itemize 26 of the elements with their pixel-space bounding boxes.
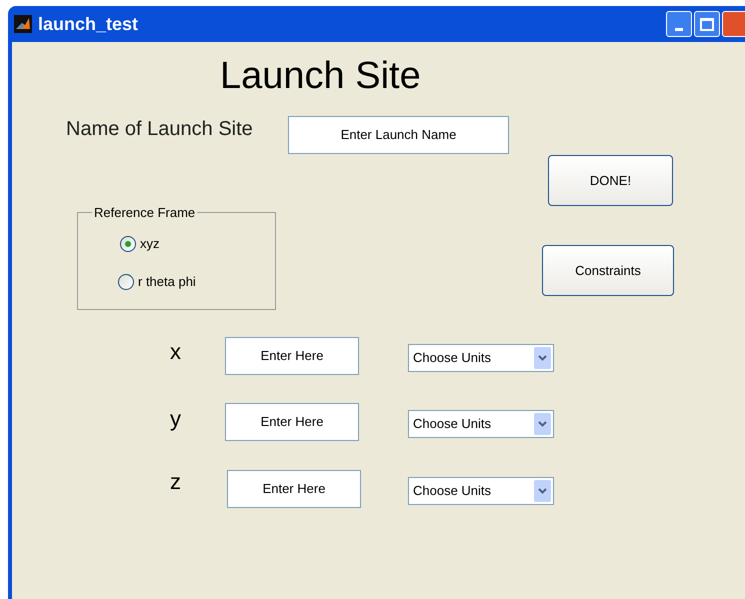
done-button[interactable]: DONE!: [548, 155, 673, 206]
caret-icon: [534, 347, 551, 369]
units-dropdown[interactable]: Choose Units: [408, 344, 554, 372]
radio-label: r theta phi: [138, 273, 196, 291]
caret-icon: [534, 480, 551, 502]
heading: Launch Site: [220, 54, 421, 99]
minimize-button[interactable]: [666, 11, 692, 37]
window-title: launch_test: [38, 12, 138, 36]
caret-icon: [534, 413, 551, 435]
radio-button[interactable]: [118, 274, 134, 290]
constraints-button[interactable]: Constraints: [542, 245, 674, 296]
coordinate-field[interactable]: Enter Here: [225, 337, 359, 375]
close-button[interactable]: [722, 11, 745, 37]
radio-button[interactable]: [120, 236, 136, 252]
units-dropdown[interactable]: Choose Units: [408, 477, 554, 505]
maximize-button[interactable]: [694, 11, 720, 37]
axis-label: y: [170, 405, 181, 433]
radio-label: xyz: [140, 235, 160, 253]
axis-label: x: [170, 338, 181, 366]
app-icon: [14, 15, 32, 33]
units-dropdown[interactable]: Choose Units: [408, 410, 554, 438]
coordinate-field[interactable]: Enter Here: [225, 403, 359, 441]
field-label: Name of Launch Site: [66, 117, 253, 142]
launch-name-field[interactable]: Enter Launch Name: [288, 116, 509, 154]
axis-label: z: [170, 468, 181, 496]
coordinate-field[interactable]: Enter Here: [227, 470, 361, 508]
